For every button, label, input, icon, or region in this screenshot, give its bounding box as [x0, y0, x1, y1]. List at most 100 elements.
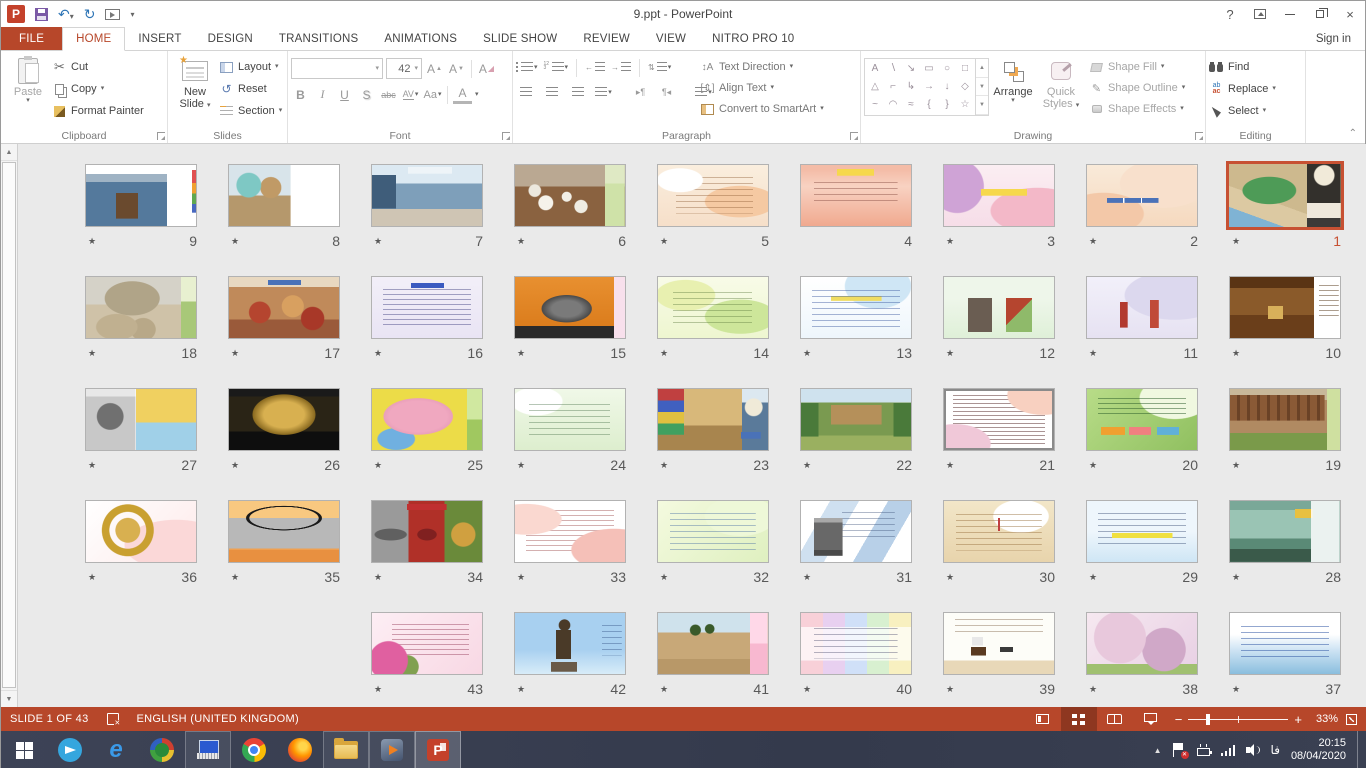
zoom-in-button[interactable]: +	[1288, 712, 1308, 727]
transition-star-icon[interactable]: ★	[943, 684, 954, 695]
text-direction-button[interactable]: ↕AText Direction▾	[700, 58, 824, 76]
close-icon[interactable]: ×	[1335, 3, 1365, 25]
tab-nitro-pro[interactable]: NITRO PRO 10	[699, 27, 807, 50]
bullets-button[interactable]: ▾	[516, 58, 538, 77]
shape-option-icon[interactable]: □	[962, 64, 968, 74]
slide-27-cell[interactable]: ★27	[85, 388, 197, 473]
spell-check-button[interactable]	[98, 707, 128, 731]
slide-17-cell[interactable]: ★17	[228, 276, 340, 361]
slide-23-thumbnail[interactable]	[657, 388, 769, 451]
sign-in-link[interactable]: Sign in	[1316, 27, 1365, 50]
shape-option-icon[interactable]: ↳	[907, 82, 915, 92]
transition-star-icon[interactable]: ★	[657, 236, 668, 247]
shapes-more-icon[interactable]: ▼	[976, 96, 988, 115]
transition-star-icon[interactable]: ★	[371, 460, 382, 471]
shape-option-icon[interactable]: ◠	[889, 100, 898, 110]
slide-28-thumbnail[interactable]	[1229, 500, 1341, 563]
slide-5-cell[interactable]: ★5	[657, 164, 769, 249]
slide-15-cell[interactable]: ★15	[514, 276, 626, 361]
transition-star-icon[interactable]: ★	[371, 236, 382, 247]
slide-25-thumbnail[interactable]	[371, 388, 483, 451]
slide-43-cell[interactable]: ★43	[371, 612, 483, 697]
shape-option-icon[interactable]: ⌐	[890, 82, 896, 92]
character-spacing-button[interactable]: AV▾	[401, 85, 420, 104]
slide-13-thumbnail[interactable]	[800, 276, 912, 339]
slide-27-thumbnail[interactable]	[85, 388, 197, 451]
transition-star-icon[interactable]: ★	[228, 348, 239, 359]
replace-button[interactable]: abacReplace▾	[1209, 80, 1276, 98]
tab-animations[interactable]: ANIMATIONS	[371, 27, 470, 50]
show-hidden-icons-icon[interactable]: ▲	[1154, 746, 1162, 755]
copy-button[interactable]: Copy▾	[52, 80, 144, 98]
taskbar-internet-explorer[interactable]: e	[93, 731, 139, 768]
network-signal-icon[interactable]	[1221, 745, 1235, 756]
slide-22-cell[interactable]: ★22	[800, 388, 912, 473]
slide-show-button[interactable]	[1133, 707, 1169, 731]
slide-9-thumbnail[interactable]	[85, 164, 197, 227]
shape-option-icon[interactable]: {	[927, 100, 930, 110]
show-desktop-button[interactable]	[1357, 731, 1363, 768]
transition-star-icon[interactable]: ★	[1086, 684, 1097, 695]
normal-view-button[interactable]	[1025, 707, 1061, 731]
decrease-font-size-button[interactable]: A▼	[447, 59, 466, 78]
slide-sorter-view-button[interactable]	[1061, 707, 1097, 731]
slide-15-thumbnail[interactable]	[514, 276, 626, 339]
zoom-out-button[interactable]: −	[1169, 712, 1189, 727]
clear-formatting-button[interactable]: A◢	[477, 59, 496, 78]
align-center-button[interactable]	[542, 83, 561, 102]
slide-25-cell[interactable]: ★25	[371, 388, 483, 473]
decrease-indent-button[interactable]: ←	[585, 58, 605, 77]
font-name-combo[interactable]: ▾	[291, 58, 383, 79]
slide-42-thumbnail[interactable]	[514, 612, 626, 675]
redo-icon[interactable]: ↻	[84, 7, 96, 21]
tab-transitions[interactable]: TRANSITIONS	[266, 27, 372, 50]
slide-5-thumbnail[interactable]	[657, 164, 769, 227]
drawing-dialog-launcher-icon[interactable]	[1195, 132, 1203, 140]
slide-counter[interactable]: SLIDE 1 OF 43	[1, 707, 98, 731]
transition-star-icon[interactable]: ★	[85, 572, 96, 583]
slide-6-cell[interactable]: ★6	[514, 164, 626, 249]
scroll-down-icon[interactable]: ▼	[1, 690, 17, 707]
transition-star-icon[interactable]: ★	[1229, 572, 1240, 583]
slide-13-cell[interactable]: ★13	[800, 276, 912, 361]
shape-option-icon[interactable]: ○	[944, 64, 950, 74]
slide-4-thumbnail[interactable]	[800, 164, 912, 227]
align-right-button[interactable]	[568, 83, 587, 102]
transition-star-icon[interactable]: ★	[371, 348, 382, 359]
slide-34-thumbnail[interactable]	[371, 500, 483, 563]
increase-indent-button[interactable]: →	[611, 58, 631, 77]
transition-star-icon[interactable]: ★	[1086, 460, 1097, 471]
slide-32-cell[interactable]: ★32	[657, 500, 769, 585]
transition-star-icon[interactable]: ★	[943, 348, 954, 359]
line-spacing-button[interactable]: ⇅▾	[648, 58, 671, 77]
taskbar-remote-desktop[interactable]	[185, 731, 231, 768]
tab-file[interactable]: FILE	[1, 27, 62, 50]
undo-icon[interactable]: ↶▾	[58, 7, 74, 21]
slide-41-cell[interactable]: ★41	[657, 612, 769, 697]
shape-fill-button[interactable]: Shape Fill▾	[1089, 58, 1185, 76]
font-dialog-launcher-icon[interactable]	[502, 132, 510, 140]
taskbar-media-player[interactable]	[369, 731, 415, 768]
keyboard-language-indicator[interactable]: فا	[1271, 743, 1280, 757]
slide-19-thumbnail[interactable]	[1229, 388, 1341, 451]
transition-star-icon[interactable]: ★	[514, 348, 525, 359]
taskbar-firefox[interactable]	[277, 731, 323, 768]
slide-35-thumbnail[interactable]	[228, 500, 340, 563]
transition-star-icon[interactable]: ★	[1229, 460, 1240, 471]
shape-option-icon[interactable]: ☆	[961, 100, 970, 110]
section-button[interactable]: Section▾	[219, 102, 282, 120]
slide-33-thumbnail[interactable]	[514, 500, 626, 563]
reading-view-button[interactable]	[1097, 707, 1133, 731]
slide-28-cell[interactable]: ★28	[1229, 500, 1341, 585]
paste-button[interactable]: Paste▾	[4, 54, 52, 126]
slide-2-cell[interactable]: ★2	[1086, 164, 1198, 249]
shapes-gallery-scrollbar[interactable]: ▲▼▼	[976, 58, 989, 116]
transition-star-icon[interactable]: ★	[943, 572, 954, 583]
slide-43-thumbnail[interactable]	[371, 612, 483, 675]
slide-31-thumbnail[interactable]	[800, 500, 912, 563]
transition-star-icon[interactable]: ★	[800, 572, 811, 583]
slide-40-thumbnail[interactable]	[800, 612, 912, 675]
slide-10-thumbnail[interactable]	[1229, 276, 1341, 339]
slide-14-thumbnail[interactable]	[657, 276, 769, 339]
shape-option-icon[interactable]: ↓	[945, 82, 950, 92]
